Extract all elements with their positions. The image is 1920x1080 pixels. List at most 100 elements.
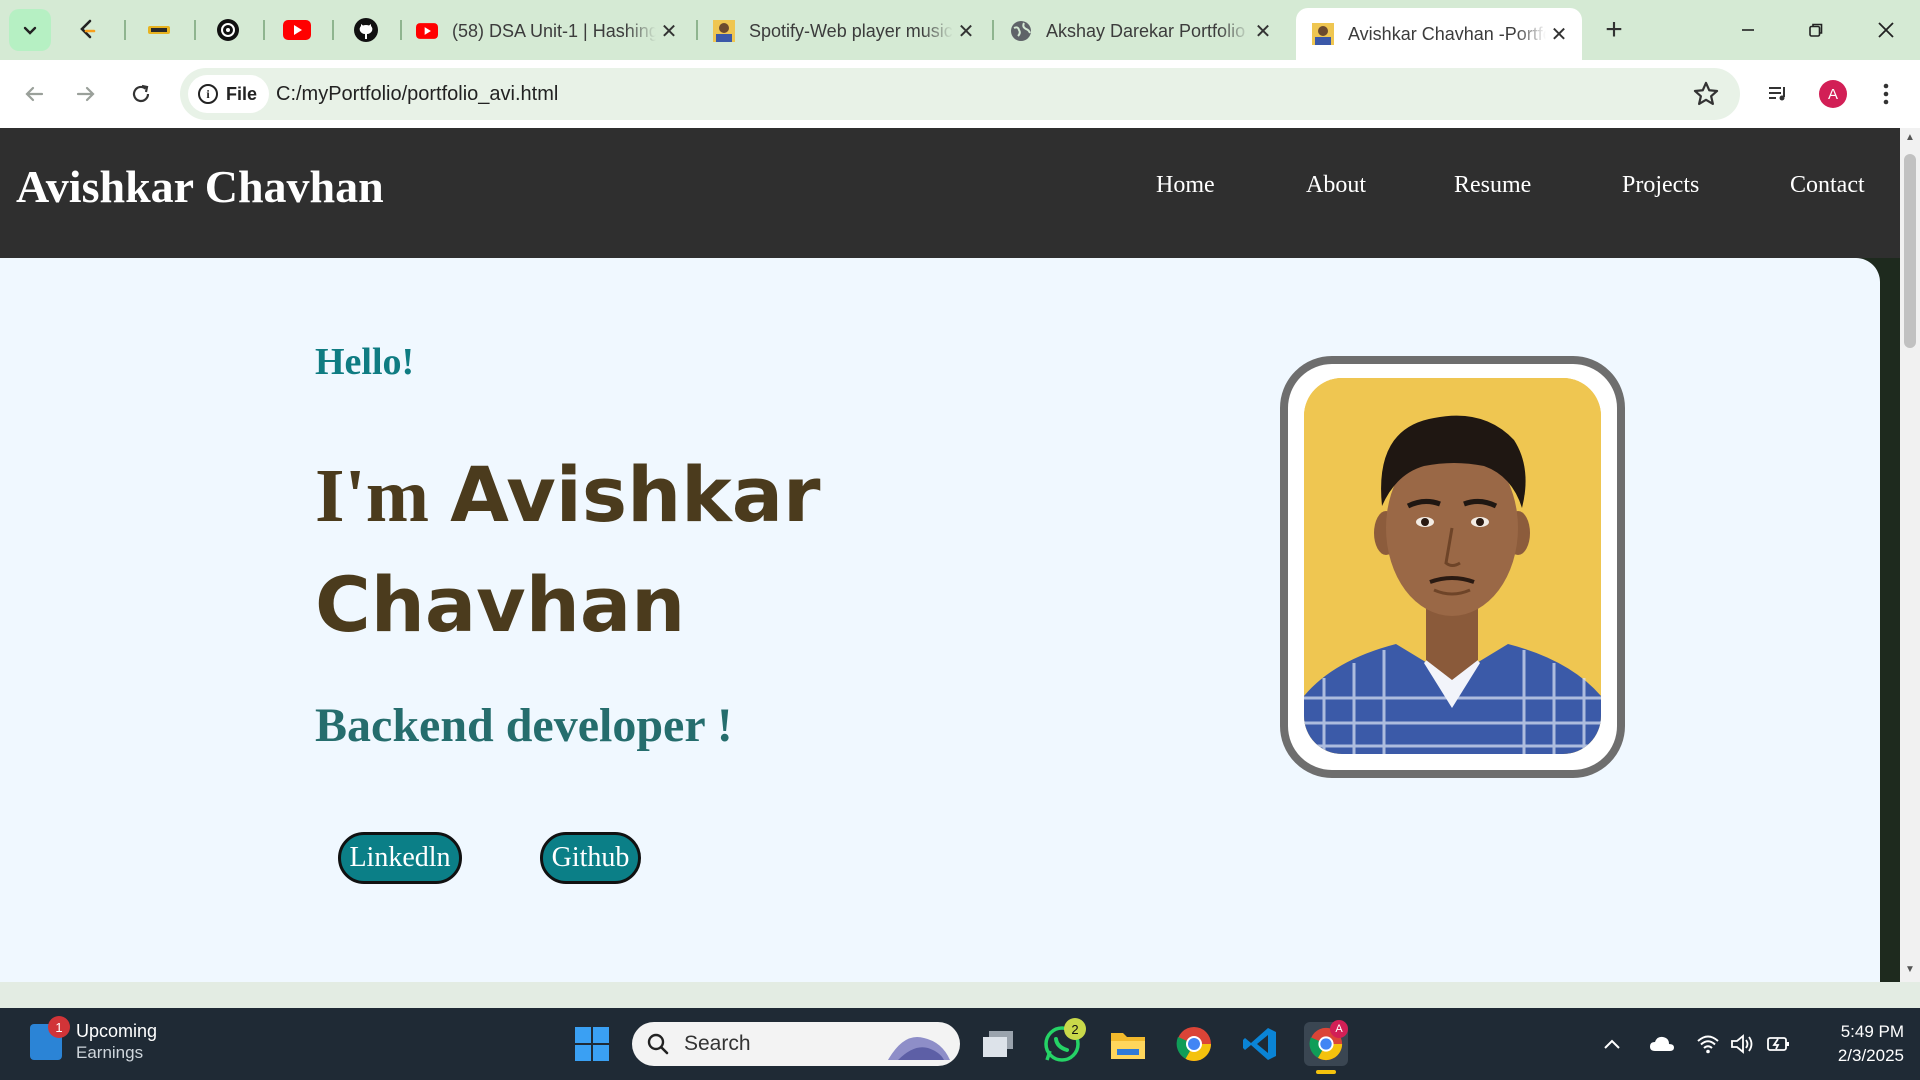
- url-text[interactable]: C:/myPortfolio/portfolio_avi.html: [276, 68, 558, 120]
- profile-photo: [1304, 378, 1601, 754]
- onedrive-tray[interactable]: [1648, 1030, 1676, 1058]
- vscode-app[interactable]: [1238, 1022, 1282, 1066]
- more-vertical-icon: [1883, 83, 1889, 105]
- nav-link-resume[interactable]: Resume: [1454, 172, 1531, 199]
- system-clock[interactable]: 5:49 PM 2/3/2025: [1808, 1020, 1904, 1068]
- battery-charging-icon: [1767, 1037, 1789, 1051]
- chevron-up-icon: [1604, 1039, 1620, 1049]
- back-button[interactable]: [16, 76, 52, 112]
- leetcode-icon: [80, 19, 96, 39]
- tab-akshay-portfolio[interactable]: Akshay Darekar Portfolio ✕: [994, 10, 1286, 52]
- chrome-profile-app[interactable]: A: [1304, 1020, 1348, 1074]
- wifi-tray[interactable]: [1694, 1030, 1722, 1058]
- tab-separator: [263, 20, 265, 40]
- reload-icon: [132, 84, 150, 103]
- hero-role: Backend developer !: [315, 699, 733, 752]
- taskbar-search[interactable]: Search: [632, 1022, 960, 1066]
- minimize-button[interactable]: [1726, 10, 1770, 50]
- chrome-app[interactable]: [1172, 1022, 1216, 1066]
- pinned-tab-youtube[interactable]: [281, 14, 313, 46]
- clock-date: 2/3/2025: [1837, 1046, 1904, 1065]
- search-icon: [647, 1033, 669, 1055]
- arrow-right-icon: [76, 86, 95, 102]
- site-brand[interactable]: Avishkar Chavhan: [16, 160, 384, 213]
- profile-portrait-image: [1304, 378, 1601, 754]
- info-icon: i: [198, 84, 218, 104]
- bookmark-star-icon[interactable]: [1692, 80, 1720, 108]
- cloud-icon: [1650, 1036, 1674, 1051]
- close-tab-icon[interactable]: ✕: [953, 18, 979, 44]
- nav-link-contact[interactable]: Contact: [1790, 172, 1865, 199]
- avatar: A: [1819, 80, 1847, 108]
- github-button[interactable]: Github: [540, 832, 641, 884]
- linkedin-button[interactable]: Linkedln: [338, 832, 462, 884]
- widgets-button[interactable]: 1 Upcoming Earnings: [30, 1016, 158, 1064]
- vertical-scrollbar[interactable]: ▲ ▼: [1900, 128, 1920, 982]
- forward-button[interactable]: [68, 76, 104, 112]
- reload-button[interactable]: [123, 76, 159, 112]
- whatsapp-app[interactable]: 2: [1040, 1018, 1086, 1066]
- volume-tray[interactable]: [1728, 1030, 1756, 1058]
- pinned-tab-chatgpt[interactable]: [212, 14, 244, 46]
- pinned-tab-leetcode[interactable]: [72, 14, 104, 46]
- close-tab-icon[interactable]: ✕: [656, 18, 682, 44]
- pinned-tab-github[interactable]: [350, 14, 382, 46]
- tab-dsa-hashing[interactable]: (58) DSA Unit-1 | Hashing ✕: [400, 10, 692, 52]
- hero-im: I'm: [315, 454, 429, 538]
- task-view-button[interactable]: [976, 1022, 1020, 1066]
- start-button[interactable]: [570, 1022, 614, 1066]
- site-chip-label: File: [226, 83, 258, 104]
- close-tab-icon[interactable]: ✕: [1250, 18, 1276, 44]
- tab-separator: [124, 20, 126, 40]
- profile-photo-icon: [713, 20, 735, 42]
- battery-tray[interactable]: [1764, 1030, 1792, 1058]
- restore-button[interactable]: [1794, 10, 1838, 50]
- widget-title: Upcoming: [76, 1021, 158, 1041]
- chatgpt-icon: [217, 19, 239, 41]
- whatsapp-badge: 2: [1064, 1018, 1086, 1040]
- address-bar[interactable]: i File C:/myPortfolio/portfolio_avi.html: [180, 68, 1740, 120]
- nav-link-projects[interactable]: Projects: [1622, 172, 1699, 199]
- hero-last-name: Chavhan: [315, 560, 686, 649]
- tab-title: Spotify-Web player music: [749, 20, 953, 41]
- browser-toolbar: i File C:/myPortfolio/portfolio_avi.html…: [0, 60, 1920, 128]
- close-tab-icon[interactable]: ✕: [1546, 21, 1572, 47]
- media-controls-button[interactable]: [1760, 76, 1796, 112]
- youtube-icon: [416, 23, 438, 39]
- active-app-indicator: [1316, 1070, 1336, 1074]
- globe-icon: [1011, 21, 1031, 41]
- chrome-icon: [1176, 1027, 1211, 1061]
- browser-menu-button[interactable]: [1868, 76, 1904, 112]
- profile-button[interactable]: A: [1815, 76, 1851, 112]
- show-hidden-icons-button[interactable]: [1598, 1030, 1626, 1058]
- pinned-tab-apna-college[interactable]: [143, 14, 175, 46]
- close-window-button[interactable]: [1864, 10, 1908, 50]
- minimize-icon: [1742, 29, 1754, 31]
- speaker-icon: [1731, 1034, 1753, 1054]
- tab-strip: (58) DSA Unit-1 | Hashing ✕ Spotify-Web …: [0, 0, 1920, 60]
- profile-photo-icon: [1312, 23, 1334, 45]
- profile-photo-frame: [1280, 356, 1625, 778]
- restore-icon: [1809, 23, 1823, 37]
- chrome-profile-badge: A: [1330, 1020, 1348, 1038]
- tab-title: Akshay Darekar Portfolio: [1046, 20, 1246, 41]
- windows-logo-icon: [575, 1027, 609, 1061]
- tab-title: Avishkar Chavhan -Portfolio: [1348, 23, 1546, 44]
- taskbar-search-placeholder: Search: [684, 1032, 751, 1055]
- github-icon: [354, 18, 378, 42]
- task-view-icon: [983, 1031, 1013, 1057]
- nav-link-home[interactable]: Home: [1156, 172, 1215, 199]
- nav-link-about[interactable]: About: [1306, 172, 1366, 199]
- tab-search-button[interactable]: [9, 9, 51, 51]
- site-info-chip[interactable]: i File: [188, 75, 270, 113]
- scroll-up-icon[interactable]: ▲: [1905, 132, 1915, 143]
- tab-avishkar-portfolio[interactable]: Avishkar Chavhan -Portfolio ✕: [1296, 8, 1582, 60]
- clock-time: 5:49 PM: [1840, 1022, 1904, 1041]
- new-tab-button[interactable]: +: [1598, 13, 1630, 46]
- scroll-down-icon[interactable]: ▼: [1905, 964, 1915, 975]
- tab-separator: [332, 20, 334, 40]
- file-explorer-app[interactable]: [1106, 1022, 1150, 1066]
- vertical-scroll-thumb[interactable]: [1904, 154, 1916, 348]
- tab-spotify[interactable]: Spotify-Web player music ✕: [697, 10, 989, 52]
- widget-subtitle: Earnings: [76, 1043, 144, 1062]
